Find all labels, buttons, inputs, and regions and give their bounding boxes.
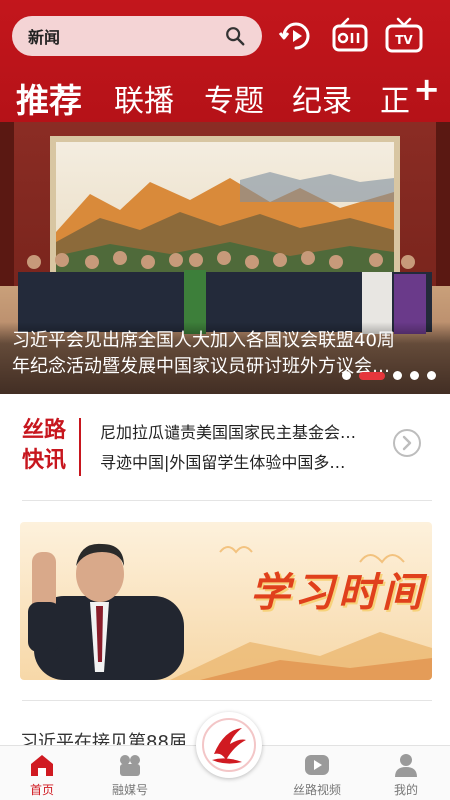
tv-icon[interactable]: TV [384, 16, 424, 56]
tab-recommend[interactable]: 推荐 [16, 74, 82, 122]
tab-broadcast[interactable]: 联播 [114, 76, 174, 120]
divider [22, 700, 432, 701]
nav-silk-video[interactable]: 丝路视频 [277, 752, 357, 798]
nav-profile[interactable]: 我的 [366, 752, 446, 798]
carousel-dot[interactable] [342, 371, 351, 380]
search-icon[interactable] [224, 25, 246, 47]
home-icon [31, 755, 53, 776]
flash-divider [79, 418, 81, 476]
video-icon [305, 755, 329, 775]
nav-media[interactable]: 融媒号 [90, 752, 170, 798]
tab-more-partial[interactable]: 正 [380, 76, 416, 120]
carousel-dot[interactable] [410, 371, 419, 380]
carousel-indicator [342, 371, 436, 380]
tab-topics[interactable]: 专题 [204, 76, 264, 120]
center-logo-button[interactable] [196, 712, 262, 778]
channel-tabs: 推荐 联播 专题 纪录 正 + [0, 70, 450, 120]
app-header: 新闻 TV 推荐 联播 专题 纪录 正 + [0, 0, 450, 122]
flash-news-list: 尼加拉瓜谴责美国国家民主基金会… 寻迹中国|外国留学生体验中国多… [100, 418, 370, 478]
svg-text:TV: TV [395, 33, 413, 47]
study-time-banner[interactable]: 学习时间 [20, 522, 432, 680]
radio-icon[interactable] [330, 16, 370, 56]
carousel-dot-active[interactable] [359, 371, 385, 380]
search-placeholder: 新闻 [28, 28, 61, 47]
nav-label: 丝路视频 [292, 783, 341, 797]
tab-documentary[interactable]: 纪录 [292, 76, 352, 120]
headline-carousel[interactable]: 习近平会见出席全国人大加入各国议会联盟40周 年纪念活动暨发展中国家议员研讨班外… [0, 122, 450, 394]
add-channel-icon[interactable]: + [413, 70, 440, 108]
search-bar[interactable]: 新闻 [12, 16, 262, 56]
nav-label: 融媒号 [111, 783, 148, 797]
divider [22, 500, 432, 501]
flash-news-item[interactable]: 寻迹中国|外国留学生体验中国多… [100, 448, 370, 478]
logo-icon [202, 718, 256, 772]
profile-icon [395, 754, 417, 777]
study-title: 学习时间 [250, 570, 426, 616]
flash-news-item[interactable]: 尼加拉瓜谴责美国国家民主基金会… [100, 418, 370, 448]
carousel-dot[interactable] [393, 371, 402, 380]
flash-label: 丝路 快讯 [22, 418, 67, 473]
silk-road-flash: 丝路 快讯 尼加拉瓜谴责美国国家民主基金会… 寻迹中国|外国留学生体验中国多… [0, 394, 450, 496]
nav-label: 首页 [29, 783, 54, 797]
chevron-right-icon[interactable] [392, 428, 422, 458]
media-icon [120, 755, 140, 776]
headline-line-1: 习近平会见出席全国人大加入各国议会联盟40周 [12, 330, 395, 351]
play-history-icon[interactable] [276, 16, 316, 56]
carousel-dot[interactable] [427, 371, 436, 380]
nav-label: 我的 [393, 783, 418, 797]
headline-caption[interactable]: 习近平会见出席全国人大加入各国议会联盟40周 年纪念活动暨发展中国家议员研讨班外… [0, 322, 450, 394]
nav-home[interactable]: 首页 [2, 752, 82, 798]
